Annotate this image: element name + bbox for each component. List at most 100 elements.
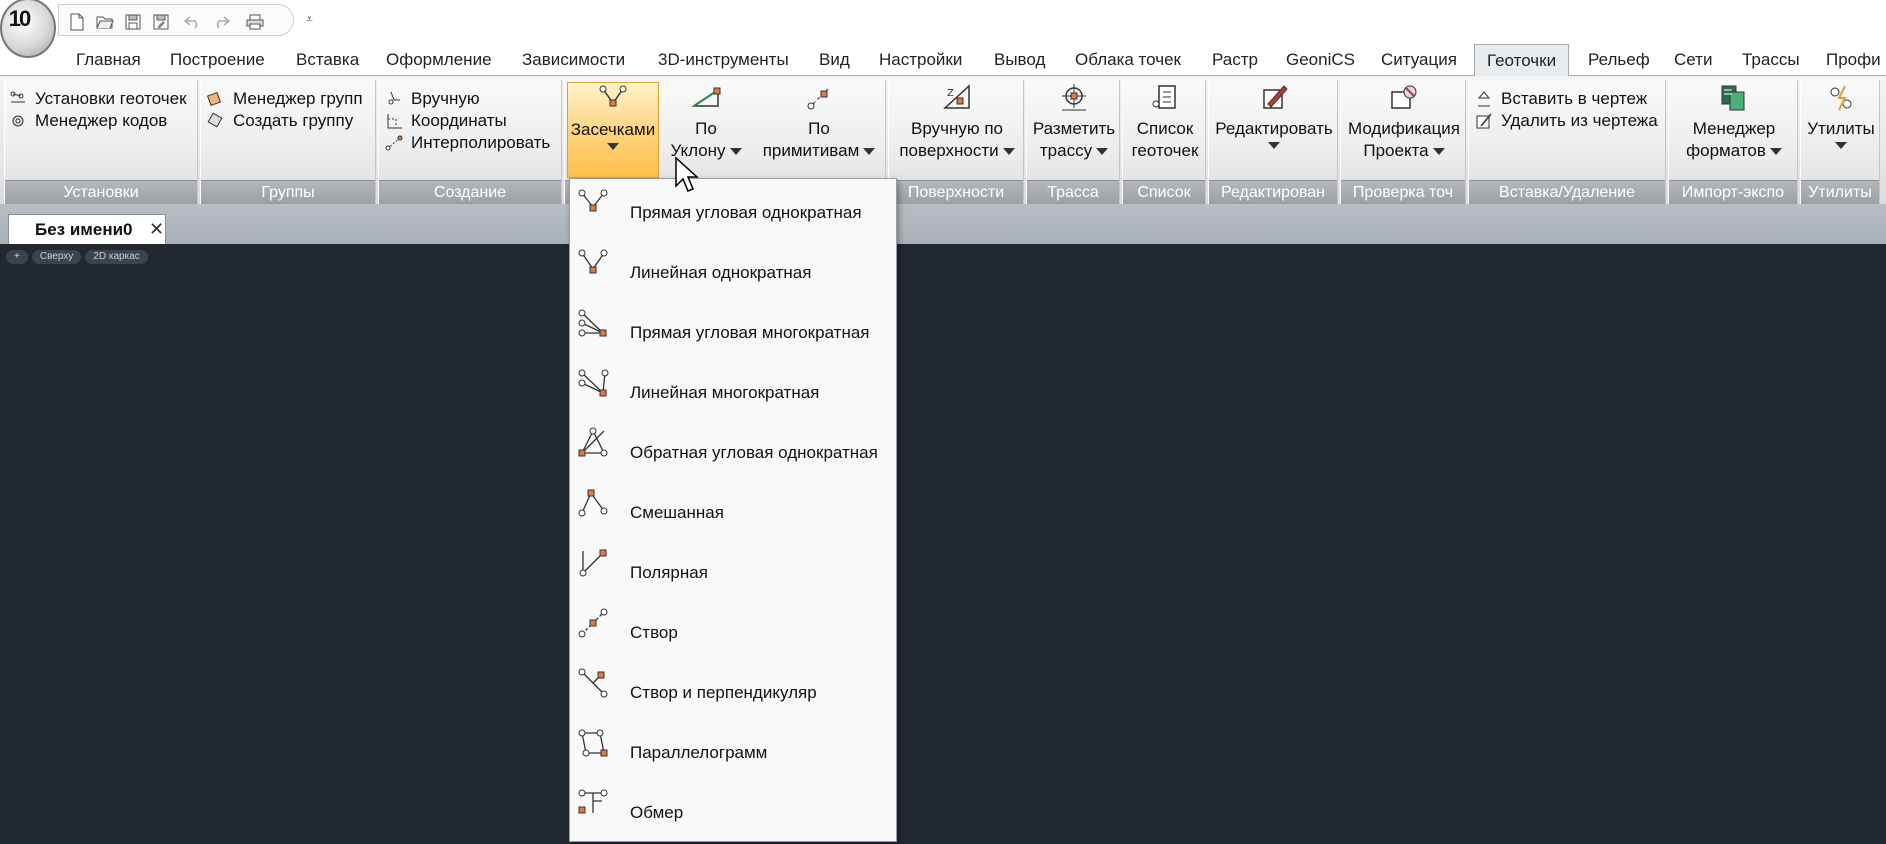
insert-into-drawing-label: Вставить в чертеж [1501,89,1648,108]
code-manager-button[interactable]: Менеджер кодов [9,110,167,132]
tab-nastroiki[interactable]: Настройки [879,44,962,76]
edit-button[interactable]: Редактировать [1211,82,1337,178]
drawing-canvas[interactable]: + Сверху 2D каркас [0,244,1886,844]
code-manager-label: Менеджер кодов [35,111,168,130]
tab-vid[interactable]: Вид [819,44,850,76]
tab-oformlenie[interactable]: Оформление [386,44,492,76]
tab-postroenie[interactable]: Построение [170,44,265,76]
mixed-icon [578,489,608,517]
close-icon[interactable]: ✕ [149,219,164,240]
tab-profili[interactable]: Профи [1826,44,1881,76]
view-direction-button[interactable]: Сверху [31,250,82,264]
tab-situaciya[interactable]: Ситуация [1381,44,1457,76]
mark-route-button[interactable]: Разметить трассу [1029,82,1119,178]
create-group-button[interactable]: Создать группу [207,110,353,132]
save-as-icon[interactable] [151,12,171,32]
chevron-down-icon [1432,148,1445,156]
open-icon[interactable] [95,12,115,32]
tab-zavisimosti[interactable]: Зависимости [522,44,625,76]
format-manager-button[interactable]: Менеджер форматов [1671,82,1797,178]
create-group-icon [207,112,223,128]
menu-item-stvor[interactable]: Створ [570,599,896,659]
redo-icon[interactable] [211,12,231,32]
interpolate-label: Интерполировать [411,133,551,152]
panel-trassa: Разметить трассу Трасса [1026,80,1120,204]
tab-vstavka[interactable]: Вставка [296,44,359,76]
group-manager-button[interactable]: Менеджер групп [207,88,363,110]
route-icon [1062,84,1086,111]
panel-title-trassa: Трасса [1027,180,1119,204]
tab-rastr[interactable]: Растр [1212,44,1258,76]
menu-item-direct-angular-single[interactable]: Прямая угловая однократная [570,179,896,239]
po-primitivam-button[interactable]: По примитивам [755,82,883,178]
panel-vstavka-udalenie: Вставить в чертеж Удалить из чертежа Вст… [1468,80,1666,204]
chevron-down-icon [1096,148,1109,156]
stvor-perpendicular-icon [578,668,608,698]
menu-item-mixed[interactable]: Смешанная [570,479,896,539]
chevron-down-icon [729,148,742,156]
project-modification-button[interactable]: Модификация Проекта [1343,82,1465,178]
tab-glavnaya[interactable]: Главная [76,44,141,76]
insert-into-drawing-button[interactable]: Вставить в чертеж [1475,88,1647,110]
panel-title-vstavka-udalenie: Вставка/Удаление [1469,180,1665,204]
primitives-icon [807,87,830,110]
geopoint-settings-button[interactable]: Установки геоточек [9,88,187,110]
tab-trassy[interactable]: Трассы [1742,44,1800,76]
chevron-down-icon [1835,142,1847,149]
geopoint-list-line1: Список [1136,119,1194,138]
menu-item-stvor-perpendicular[interactable]: Створ и перпендикуляр [570,659,896,719]
menu-item-linear-multiple[interactable]: Линейная многократная [570,359,896,419]
panel-title-gruppy: Группы [201,180,375,204]
tab-geotochki[interactable]: Геоточки [1474,44,1570,76]
zasechkami-button[interactable]: Засечками [567,82,659,178]
app-menu-button[interactable]: 10 [0,0,56,58]
print-icon[interactable] [245,12,265,32]
tab-geonics[interactable]: GeoniCS [1286,44,1355,76]
menu-item-polar[interactable]: Полярная [570,539,896,599]
direct-angular-single-icon [578,189,608,212]
slope-icon [691,87,721,107]
menu-item-parallelogram[interactable]: Параллелограмм [570,719,896,779]
coordinates-button[interactable]: Координаты [385,110,507,132]
menu-item-reverse-angular-single[interactable]: Обратная угловая однократная [570,419,896,479]
panel-title-sozdanie: Создание [379,180,561,204]
manual-button[interactable]: Вручную [385,88,480,110]
manual-surface-button[interactable]: Z Вручную по поверхности [891,82,1023,178]
interpolate-button[interactable]: Интерполировать [385,132,550,154]
remove-from-drawing-button[interactable]: Удалить из чертежа [1475,110,1658,132]
menu-item-direct-angular-multiple[interactable]: Прямая угловая многократная [570,299,896,359]
svg-text:Z: Z [947,88,954,99]
obmer-icon [578,789,608,814]
save-icon[interactable] [123,12,143,32]
edit-icon [1263,85,1288,109]
visual-style-button[interactable]: 2D каркас [85,250,148,264]
reverse-angular-single-icon [578,427,608,457]
tab-oblaka-tochek[interactable]: Облака точек [1075,44,1181,76]
panel-import-export: Менеджер форматов Импорт-экспо [1668,80,1798,204]
menu-item-label: Обратная угловая однократная [630,443,878,462]
tab-vyvod[interactable]: Вывод [994,44,1045,76]
viewport-menu-button[interactable]: + [6,250,28,264]
project-modification-line1: Модификация [1347,119,1461,138]
stvor-icon [578,608,608,638]
customize-quick-access-icon[interactable]: ⩡ [306,12,320,26]
coordinates-icon [387,114,402,129]
menu-item-label: Полярная [630,563,708,582]
menu-item-obmer[interactable]: Обмер [570,779,896,839]
edit-line1: Редактировать [1215,119,1333,138]
linear-multiple-icon [578,369,609,397]
utility-button[interactable]: Утилиты [1803,82,1879,178]
format-manager-line1: Менеджер [1692,119,1776,138]
tab-seti[interactable]: Сети [1674,44,1712,76]
tab-3d-instrumenty[interactable]: 3D-инструменты [658,44,789,76]
create-group-label: Создать группу [233,111,354,130]
undo-icon[interactable] [183,12,203,32]
geopoint-list-button[interactable]: Список геоточек [1125,82,1205,178]
new-icon[interactable] [67,12,87,32]
manual-surface-line2: поверхности [899,141,999,160]
modification-icon [1391,85,1417,109]
menu-item-label: Параллелограмм [630,743,768,762]
tab-relef[interactable]: Рельеф [1588,44,1650,76]
document-tab[interactable]: Без имени0 ✕ [8,214,166,244]
menu-item-linear-single[interactable]: Линейная однократная [570,239,896,299]
